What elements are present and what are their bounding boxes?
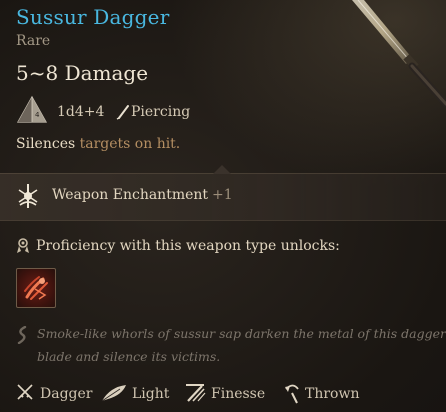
- d4-die-icon: 4: [16, 95, 48, 123]
- proficiency-label: Proficiency with this weapon type unlock…: [36, 238, 340, 254]
- effect-keyword[interactable]: Silences: [16, 136, 75, 152]
- proficiency-icon: [17, 238, 29, 253]
- property-light[interactable]: Light: [132, 386, 169, 402]
- damage-dice: 1d4+4: [57, 104, 105, 120]
- weapon-action-icon: [24, 276, 48, 300]
- effect-description: targets on hit.: [75, 136, 181, 152]
- band-notch: [213, 165, 231, 174]
- lore-icon: [17, 326, 27, 344]
- enchantment-label[interactable]: Weapon Enchantment: [52, 187, 208, 203]
- damage-type: Piercing: [131, 104, 191, 120]
- feather-icon: [101, 385, 126, 402]
- item-name: Sussur Dagger: [16, 5, 170, 29]
- damage-range: 5~8 Damage: [16, 61, 149, 85]
- item-tooltip: Sussur Dagger Rare 5~8 Damage 4 1d4+4 Pi…: [0, 0, 446, 412]
- proficiency-action-slot[interactable]: [16, 268, 56, 308]
- property-finesse[interactable]: Finesse: [211, 386, 265, 402]
- property-dagger[interactable]: Dagger: [40, 386, 92, 402]
- flavor-text-line-2: blade and silence its victims.: [37, 349, 221, 364]
- crossed-daggers-icon: [17, 384, 33, 400]
- thrown-arc-icon: [285, 384, 299, 404]
- piercing-icon: [116, 105, 129, 120]
- flavor-text-line-1: Smoke-like whorls of sussur sap darken t…: [37, 326, 446, 341]
- svg-text:4: 4: [35, 111, 40, 119]
- property-thrown[interactable]: Thrown: [305, 386, 359, 402]
- enchantment-icon: [18, 184, 38, 208]
- item-rarity: Rare: [16, 33, 51, 49]
- dagger-artwork: [352, 0, 446, 108]
- finesse-slash-icon: [186, 384, 206, 402]
- enchantment-bonus: +1: [212, 187, 233, 203]
- on-hit-effect: Silences targets on hit.: [16, 136, 180, 152]
